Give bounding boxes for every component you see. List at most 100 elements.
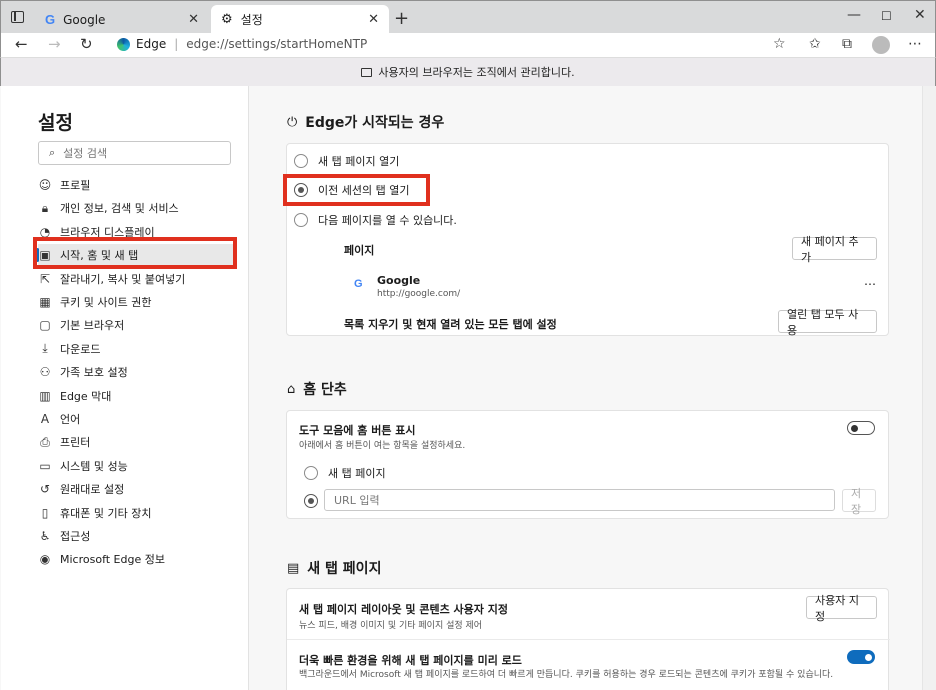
home-option-url-radio[interactable] xyxy=(304,494,318,508)
section-title-home: ⌂ 홈 단추 xyxy=(287,379,347,399)
family-icon: ⚇ xyxy=(39,365,51,380)
sidebar-item-label: 휴대폰 및 기타 장치 xyxy=(60,506,152,520)
scrollbar[interactable] xyxy=(922,86,936,690)
printer-icon: ⎙ xyxy=(40,434,50,449)
avatar[interactable] xyxy=(872,36,890,54)
address-url: edge://settings/startHomeNTP xyxy=(186,37,368,51)
refresh-icon[interactable]: ↻ xyxy=(80,35,93,53)
close-icon[interactable]: ✕ xyxy=(188,12,199,27)
startup-option-pages[interactable]: 다음 페이지를 열 수 있습니다. xyxy=(294,212,457,228)
preload-sub: 백그라운드에서 Microsoft 새 탭 페이지를 로드하여 더 빠르게 만듭… xyxy=(299,670,834,680)
save-button[interactable]: 저장 xyxy=(842,487,876,516)
forward-icon[interactable]: → xyxy=(48,35,61,53)
page-more-icon[interactable]: ⋯ xyxy=(864,277,876,291)
address-toolbar: ← → ↻ Edge | edge://settings/startHomeNT… xyxy=(0,33,936,57)
sidebar-item[interactable]: ▢ 기본 브라우저 xyxy=(38,314,233,336)
preload-toggle[interactable] xyxy=(847,650,875,664)
sidebar-item-label: 가족 보호 설정 xyxy=(60,366,128,380)
address-brand: Edge xyxy=(136,37,167,51)
search-icon: ⌕ xyxy=(49,146,56,159)
newtab-page-icon: ▤ xyxy=(287,560,300,576)
clear-label: 목록 지우기 및 현재 열려 있는 모든 탭에 설정 xyxy=(344,318,557,331)
address-bar[interactable]: Edge | edge://settings/startHomeNTP xyxy=(107,33,797,55)
sidebar-item[interactable]: 🔒︎ 개인 정보, 검색 및 서비스 xyxy=(38,197,233,219)
newtab-card: 새 탭 페이지 레이아웃 및 콘텐츠 사용자 지정 뉴스 피드, 배경 이미지 … xyxy=(286,588,890,690)
close-icon[interactable]: ✕ xyxy=(368,12,379,27)
sidebar-item[interactable]: ▯ 휴대폰 및 기타 장치 xyxy=(38,502,233,524)
tab-google[interactable]: G Google ✕ xyxy=(35,5,209,34)
startup-title-text: Edge가 시작되는 경우 xyxy=(305,115,445,131)
managed-text: 사용자의 브라우저는 조직에서 관리합니다. xyxy=(378,66,575,79)
sidebar-item-label: 프로필 xyxy=(60,179,91,192)
edge-bar-icon: ▥ xyxy=(39,388,51,403)
startup-option-newtab[interactable]: 새 탭 페이지 열기 xyxy=(294,153,399,169)
newtab-title-text: 새 탭 페이지 xyxy=(307,561,382,577)
profile-icon: ☺ xyxy=(38,178,52,192)
option-label: 새 탭 페이지 xyxy=(328,467,386,480)
edge-logo-icon xyxy=(117,37,130,51)
more-icon[interactable]: ⋯ xyxy=(908,36,922,52)
search-input[interactable]: ⌕ 설정 검색 xyxy=(38,141,231,165)
back-icon[interactable]: ← xyxy=(15,35,28,53)
sidebar-title: 설정 xyxy=(38,112,73,134)
favorite-add-icon[interactable]: ☆ xyxy=(773,36,786,52)
sidebar-item-label: 원래대로 설정 xyxy=(60,483,125,497)
use-open-tabs-button[interactable]: 열린 탭 모두 사용 xyxy=(778,308,877,337)
tab-label: Google xyxy=(63,12,106,27)
maximize-icon[interactable]: ☐ xyxy=(881,9,892,23)
sidebar-item[interactable]: ▭ 시스템 및 성능 xyxy=(38,455,233,477)
share-icon: ⇱ xyxy=(39,271,51,286)
sidebar-item[interactable]: ▦ 쿠키 및 사이트 권한 xyxy=(38,291,233,313)
option-label: 다음 페이지를 열 수 있습니다. xyxy=(318,214,457,227)
sidebar-item-label: 프린터 xyxy=(60,436,91,450)
sidebar-item[interactable]: A 언어 xyxy=(38,408,233,430)
tab-settings[interactable]: ⚙ 설정 ✕ xyxy=(211,5,389,34)
radio-button[interactable] xyxy=(294,213,308,227)
sidebar-item[interactable]: ⤓ 다운로드 xyxy=(38,338,233,360)
collections-icon[interactable]: ⧉ xyxy=(842,36,852,52)
managed-banner: 사용자의 브라우저는 조직에서 관리합니다. xyxy=(0,57,936,86)
url-input[interactable]: URL 입력 xyxy=(324,489,835,511)
cookie-icon: ▦ xyxy=(39,295,51,309)
sidebar-item-label: Edge 막대 xyxy=(60,389,112,403)
sidebar-item-label: 쿠키 및 사이트 권한 xyxy=(60,296,152,309)
edge-logo-icon: ◉ xyxy=(39,552,51,567)
sidebar-item[interactable]: ⚇ 가족 보호 설정 xyxy=(38,361,233,383)
sidebar-item-label: 시스템 및 성능 xyxy=(60,459,128,473)
highlight-box-sidebar xyxy=(33,237,237,269)
sidebar-item[interactable]: ◉ Microsoft Edge 정보 xyxy=(38,548,233,570)
customize-button[interactable]: 사용자 지정 xyxy=(806,594,877,623)
sidebar-item[interactable]: ▥ Edge 막대 xyxy=(38,385,233,407)
google-icon: G xyxy=(45,12,56,27)
pages-label: 페이지 xyxy=(344,244,375,257)
google-icon: G xyxy=(354,278,363,290)
radio-button[interactable] xyxy=(304,466,318,480)
add-page-button[interactable]: 새 페이지 추가 xyxy=(792,235,877,264)
search-placeholder: 설정 검색 xyxy=(63,147,108,160)
sidebar-item[interactable]: ☺ 프로필 xyxy=(38,174,233,196)
download-icon: ⤓ xyxy=(42,341,48,356)
sidebar-item[interactable]: ♿︎ 접근성 xyxy=(38,525,233,547)
sidebar-item-label: 잘라내기, 복사 및 붙여넣기 xyxy=(60,272,186,286)
home-button-toggle[interactable] xyxy=(847,421,875,435)
system-icon: ▭ xyxy=(39,458,51,473)
sidebar-item[interactable]: ⎙ 프린터 xyxy=(38,431,233,453)
window-close-icon[interactable]: ✕ xyxy=(914,7,926,23)
url-placeholder: URL 입력 xyxy=(334,494,380,507)
radio-button[interactable] xyxy=(294,154,308,168)
favorites-icon[interactable]: ✩ xyxy=(809,36,821,52)
tab-actions-icon[interactable] xyxy=(11,11,24,23)
page-url: http://google.com/ xyxy=(377,289,461,299)
home-title-text: 홈 단추 xyxy=(303,382,347,398)
home-option-newtab[interactable]: 새 탭 페이지 xyxy=(304,465,386,481)
home-card: 도구 모음에 홈 버튼 표시 아래에서 홈 버튼이 여는 항목을 설정하세요. … xyxy=(286,410,889,519)
sidebar-item[interactable]: ↺ 원래대로 설정 xyxy=(38,478,233,500)
tab-label: 설정 xyxy=(240,13,263,27)
sidebar-item[interactable]: ⇱ 잘라내기, 복사 및 붙여넣기 xyxy=(38,268,233,290)
new-tab-icon[interactable]: + xyxy=(394,8,409,29)
language-icon: A xyxy=(40,412,50,426)
option-label: 새 탭 페이지 열기 xyxy=(318,155,400,168)
minimize-icon[interactable]: — xyxy=(847,7,861,23)
sidebar-item-label: 기본 브라우저 xyxy=(60,319,125,333)
reset-icon: ↺ xyxy=(39,482,51,497)
